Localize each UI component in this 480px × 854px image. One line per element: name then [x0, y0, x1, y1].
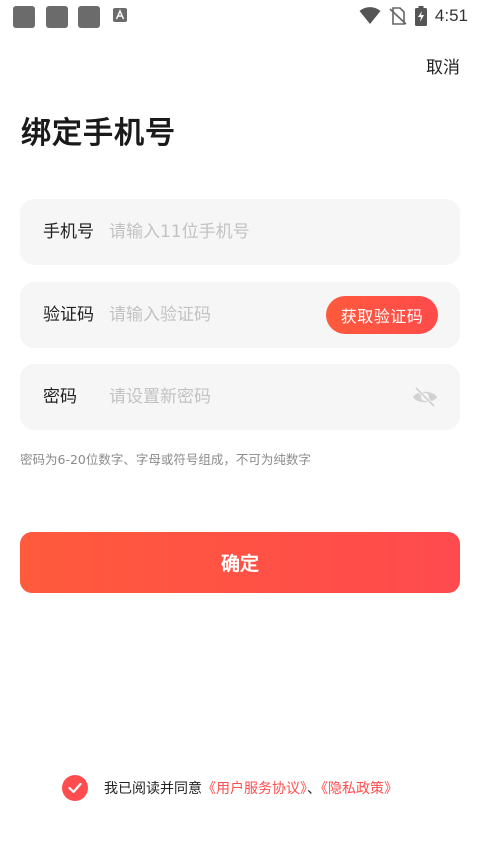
- password-input[interactable]: [109, 364, 319, 430]
- agreement-row: 我已阅读并同意《用户服务协议》、《隐私政策》: [62, 774, 398, 802]
- agreement-separator: 、: [307, 781, 321, 797]
- cancel-button[interactable]: 取消: [426, 53, 460, 78]
- phone-label: 手机号: [43, 222, 94, 242]
- agreement-prefix: 我已阅读并同意: [104, 781, 202, 797]
- page-title: 绑定手机号: [21, 116, 176, 151]
- battery-charging-icon: [414, 6, 427, 26]
- confirm-button[interactable]: 确定: [20, 532, 460, 593]
- password-hint: 密码为6-20位数字、字母或符号组成，不可为纯数字: [20, 452, 311, 467]
- status-bar: 4:51: [0, 0, 480, 32]
- phone-field: 手机号: [20, 199, 460, 265]
- wifi-icon: [359, 7, 381, 24]
- password-label: 密码: [43, 387, 77, 407]
- get-code-button[interactable]: 获取验证码: [326, 296, 438, 334]
- agreement-text: 我已阅读并同意《用户服务协议》、《隐私政策》: [104, 778, 398, 798]
- app-notification-icon: [13, 6, 35, 28]
- service-agreement-link[interactable]: 《用户服务协议》: [202, 781, 307, 797]
- code-field: 验证码 获取验证码: [20, 282, 460, 348]
- checkmark-icon: [68, 782, 82, 794]
- app-notification-icon: [78, 6, 100, 28]
- status-time: 4:51: [434, 6, 468, 25]
- status-right: 4:51: [359, 4, 468, 28]
- code-label: 验证码: [43, 305, 94, 325]
- privacy-policy-link[interactable]: 《隐私政策》: [321, 781, 398, 797]
- no-sim-icon: [389, 7, 407, 25]
- a-notification-icon: [113, 8, 127, 22]
- phone-input[interactable]: [109, 199, 319, 265]
- agreement-checkbox[interactable]: [62, 775, 88, 801]
- eye-hidden-icon[interactable]: [412, 385, 438, 409]
- code-input[interactable]: [109, 282, 319, 348]
- app-notification-icon: [46, 6, 68, 28]
- password-field: 密码: [20, 364, 460, 430]
